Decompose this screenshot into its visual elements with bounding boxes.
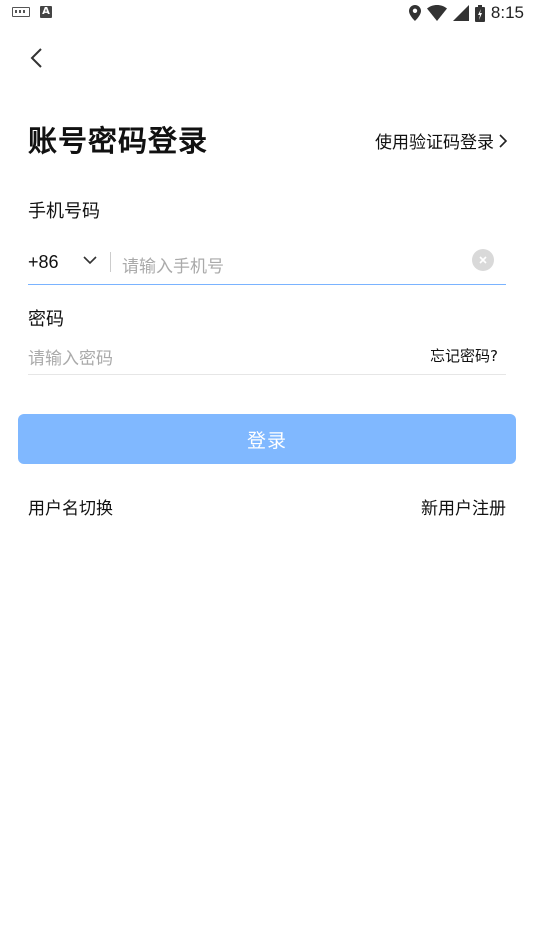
clear-icon[interactable] (472, 249, 494, 271)
status-time: 8:15 (490, 3, 524, 22)
divider (110, 252, 111, 272)
login-button[interactable]: 登录 (18, 414, 516, 464)
close-icon (479, 256, 487, 264)
keyboard-icon (12, 7, 30, 17)
location-icon (408, 5, 421, 21)
status-left: A (12, 6, 52, 18)
a-icon: A (40, 6, 52, 18)
status-bar: A 8:15 (0, 0, 534, 28)
phone-input[interactable]: 请输入手机号 (122, 252, 224, 277)
switch-username-link[interactable]: 用户名切换 (28, 494, 113, 519)
page-title: 账号密码登录 (28, 124, 209, 158)
phone-label: 手机号码 (28, 201, 100, 222)
back-button[interactable] (22, 44, 50, 72)
status-right: 8:15 (408, 3, 524, 23)
chevron-right-icon (499, 133, 508, 148)
password-field-row: 请输入密码 忘记密码? (28, 340, 506, 375)
sms-login-link[interactable]: 使用验证码登录 (375, 128, 508, 153)
forgot-password-link[interactable]: 忘记密码? (430, 345, 498, 366)
country-code-select[interactable]: +86 (28, 252, 59, 273)
signal-icon (452, 5, 469, 21)
chevron-left-icon (30, 48, 42, 68)
password-label: 密码 (28, 309, 64, 330)
register-link[interactable]: 新用户注册 (421, 494, 506, 519)
phone-field-row: +86 请输入手机号 (28, 244, 506, 285)
chevron-down-icon[interactable] (82, 254, 98, 266)
password-input[interactable]: 请输入密码 (28, 344, 113, 369)
wifi-icon (426, 5, 447, 21)
battery-icon (474, 4, 485, 22)
sms-login-label: 使用验证码登录 (375, 133, 494, 153)
